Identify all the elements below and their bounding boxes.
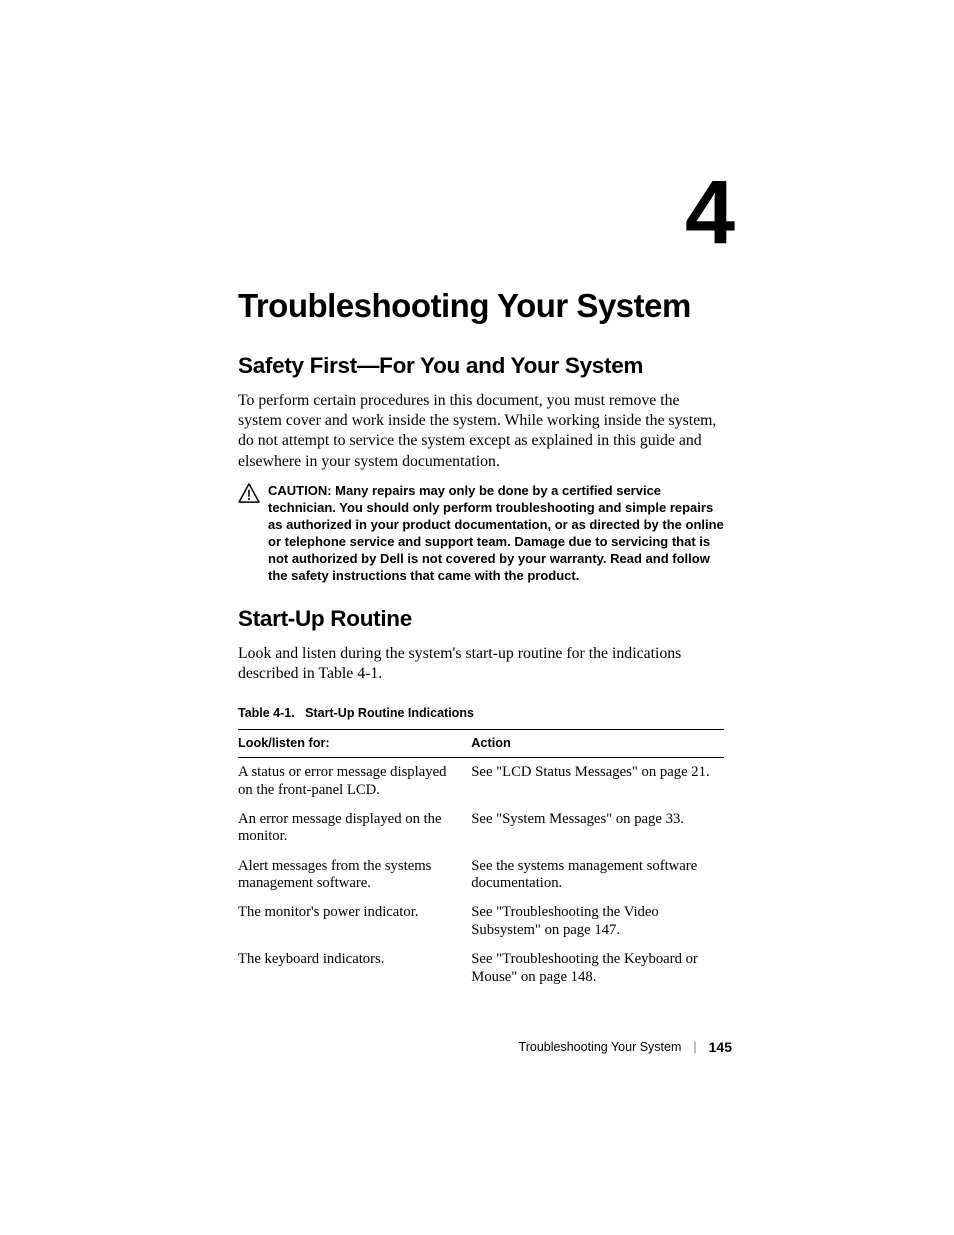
footer-separator-icon: | bbox=[693, 1040, 696, 1054]
table-row: The monitor's power indicator. See "Trou… bbox=[238, 898, 724, 945]
warning-triangle-icon bbox=[238, 482, 268, 584]
cell-action: See "System Messages" on page 33. bbox=[471, 805, 724, 852]
cell-action: See "Troubleshooting the Keyboard or Mou… bbox=[471, 945, 724, 992]
table-row: An error message displayed on the monito… bbox=[238, 805, 724, 852]
section-heading-safety: Safety First—For You and Your System bbox=[238, 353, 724, 379]
caution-text: CAUTION: Many repairs may only be done b… bbox=[268, 482, 724, 584]
page-footer: Troubleshooting Your System | 145 bbox=[519, 1039, 732, 1055]
cell-action: See "Troubleshooting the Video Subsystem… bbox=[471, 898, 724, 945]
caution-label: CAUTION: bbox=[268, 483, 332, 498]
chapter-number: 4 bbox=[685, 168, 732, 258]
cell-look: The monitor's power indicator. bbox=[238, 898, 471, 945]
col-header-look: Look/listen for: bbox=[238, 730, 471, 758]
col-header-action: Action bbox=[471, 730, 724, 758]
cell-look: An error message displayed on the monito… bbox=[238, 805, 471, 852]
table-caption-prefix: Table 4-1. bbox=[238, 706, 295, 720]
caution-block: CAUTION: Many repairs may only be done b… bbox=[238, 482, 724, 584]
table-row: A status or error message displayed on t… bbox=[238, 758, 724, 805]
page-number: 145 bbox=[709, 1039, 732, 1055]
safety-body: To perform certain procedures in this do… bbox=[238, 391, 724, 472]
table-row: The keyboard indicators. See "Troublesho… bbox=[238, 945, 724, 992]
table-caption-title: Start-Up Routine Indications bbox=[305, 706, 474, 720]
startup-body: Look and listen during the system's star… bbox=[238, 644, 724, 684]
cell-action: See "LCD Status Messages" on page 21. bbox=[471, 758, 724, 805]
table-caption: Table 4-1. Start-Up Routine Indications bbox=[238, 706, 724, 720]
cell-action: See the systems management software docu… bbox=[471, 852, 724, 899]
startup-table: Look/listen for: Action A status or erro… bbox=[238, 729, 724, 991]
cell-look: Alert messages from the systems manageme… bbox=[238, 852, 471, 899]
table-row: Alert messages from the systems manageme… bbox=[238, 852, 724, 899]
section-heading-startup: Start-Up Routine bbox=[238, 606, 724, 632]
content-area: Troubleshooting Your System Safety First… bbox=[238, 0, 724, 992]
page: 4 Troubleshooting Your System Safety Fir… bbox=[0, 0, 954, 1235]
cell-look: A status or error message displayed on t… bbox=[238, 758, 471, 805]
chapter-title: Troubleshooting Your System bbox=[238, 287, 724, 325]
caution-body: Many repairs may only be done by a certi… bbox=[268, 483, 724, 583]
cell-look: The keyboard indicators. bbox=[238, 945, 471, 992]
footer-section-title: Troubleshooting Your System bbox=[519, 1040, 682, 1054]
